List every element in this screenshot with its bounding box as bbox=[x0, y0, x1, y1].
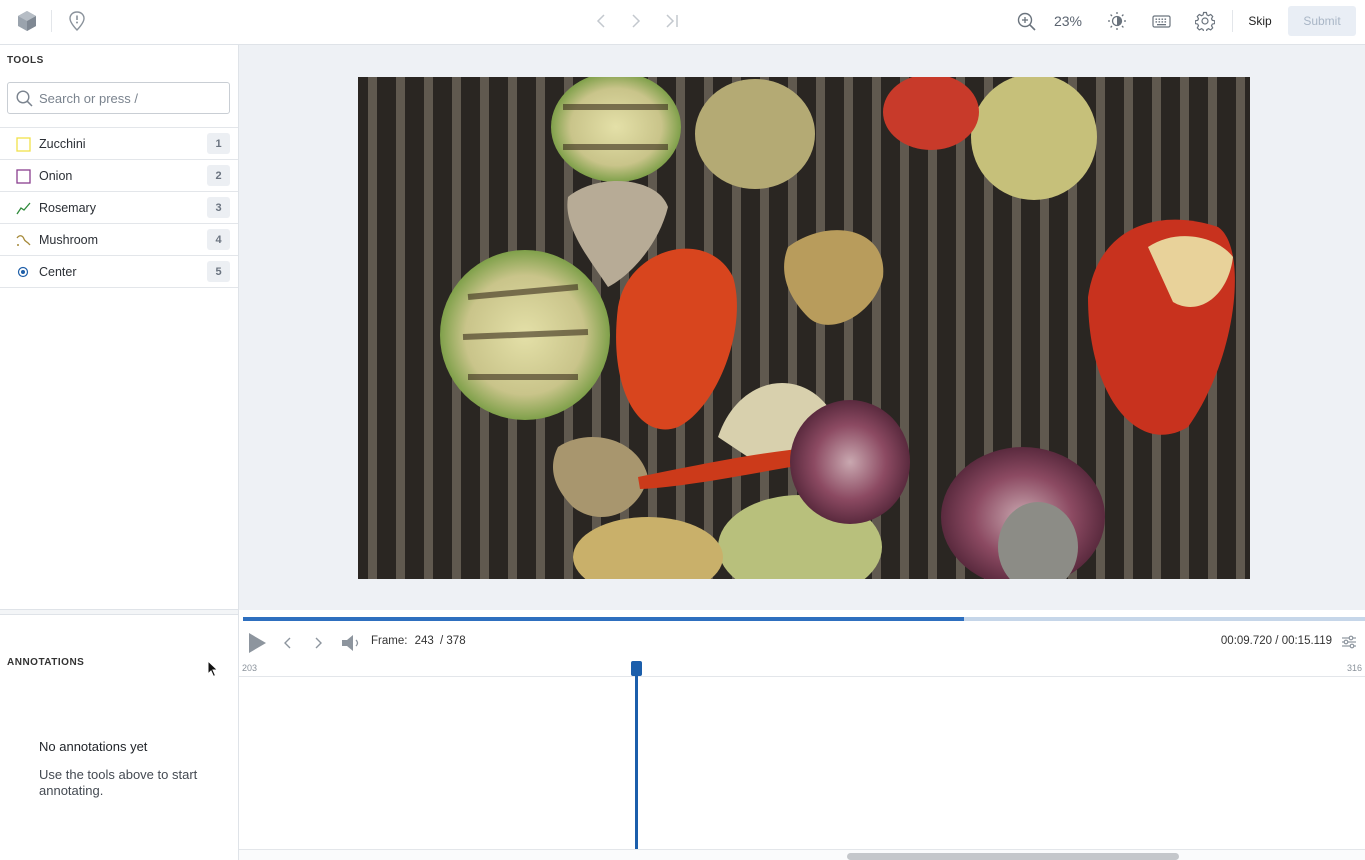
point-icon bbox=[16, 265, 30, 279]
horizontal-scrollbar[interactable] bbox=[239, 849, 1365, 860]
polyline-icon bbox=[16, 201, 31, 215]
spline-icon bbox=[16, 233, 31, 247]
tool-label: Center bbox=[39, 265, 77, 279]
tool-mushroom[interactable]: Mushroom 4 bbox=[0, 224, 238, 256]
zoom-level: 23% bbox=[1053, 13, 1083, 29]
chevron-right-icon[interactable] bbox=[626, 11, 646, 31]
playhead-handle[interactable] bbox=[631, 661, 642, 676]
frame-total: / 378 bbox=[440, 635, 466, 647]
time-display: 00:09.720 / 00:15.119 bbox=[1221, 635, 1332, 647]
zoom-in-icon[interactable] bbox=[1015, 10, 1037, 32]
tool-center[interactable]: Center 5 bbox=[0, 256, 238, 288]
hotkey-badge: 3 bbox=[207, 197, 230, 218]
skip-button[interactable]: Skip bbox=[1244, 11, 1276, 31]
image-canvas[interactable] bbox=[239, 45, 1365, 610]
scrollbar-thumb[interactable] bbox=[847, 853, 1179, 860]
video-frame[interactable] bbox=[358, 77, 1250, 579]
keyboard-icon[interactable] bbox=[1150, 11, 1172, 31]
volume-icon[interactable] bbox=[339, 631, 363, 655]
frame-current: 243 bbox=[414, 635, 434, 647]
annotations-title: ANNOTATIONS bbox=[7, 657, 85, 668]
playhead-line bbox=[635, 671, 638, 849]
search-input[interactable]: Search or press / bbox=[7, 82, 230, 114]
video-timeline: Frame: 243 / 378 00:09.720 / 00:15.119 2… bbox=[239, 610, 1365, 860]
skip-to-end-icon[interactable] bbox=[661, 11, 683, 31]
hotkey-badge: 1 bbox=[207, 133, 230, 154]
brightness-icon[interactable] bbox=[1106, 10, 1128, 32]
hotkey-badge: 2 bbox=[207, 165, 230, 186]
frame-label: Frame: bbox=[371, 635, 408, 647]
submit-button[interactable]: Submit bbox=[1288, 6, 1356, 36]
tool-onion[interactable]: Onion 2 bbox=[0, 160, 238, 192]
search-placeholder: Search or press / bbox=[39, 91, 138, 106]
time-separator: / bbox=[1275, 635, 1279, 647]
bounding-box-icon bbox=[16, 137, 31, 152]
frame-counter: Frame: 243 / 378 bbox=[371, 635, 466, 647]
time-current: 00:09.720 bbox=[1220, 635, 1273, 647]
tool-zucchini[interactable]: Zucchini 1 bbox=[0, 128, 238, 160]
empty-state-title: No annotations yet bbox=[39, 739, 148, 754]
sliders-icon[interactable] bbox=[1339, 632, 1359, 652]
range-end: 316 bbox=[1346, 663, 1362, 673]
empty-state-text: Use the tools above to start annotating. bbox=[39, 767, 198, 798]
play-icon[interactable] bbox=[246, 630, 268, 656]
tool-label: Zucchini bbox=[39, 137, 86, 151]
next-frame-icon[interactable] bbox=[310, 632, 328, 654]
bounding-box-icon bbox=[16, 169, 31, 184]
tool-label: Mushroom bbox=[39, 233, 99, 247]
tool-label: Onion bbox=[39, 169, 73, 183]
tools-title: TOOLS bbox=[7, 55, 44, 66]
previous-frame-icon[interactable] bbox=[278, 632, 296, 654]
chevron-left-icon[interactable] bbox=[591, 11, 611, 31]
alert-pin-icon[interactable] bbox=[66, 10, 88, 32]
hotkey-badge: 5 bbox=[207, 261, 230, 282]
search-icon bbox=[16, 90, 33, 112]
tool-label: Rosemary bbox=[39, 201, 96, 215]
mouse-cursor-icon bbox=[207, 659, 219, 683]
hotkey-badge: 4 bbox=[207, 229, 230, 250]
playback-progress-fill bbox=[243, 617, 965, 621]
time-total: 00:15.119 bbox=[1281, 635, 1332, 647]
top-toolbar: 23% Skip Submit bbox=[0, 0, 1365, 45]
cube-logo-icon[interactable] bbox=[14, 9, 40, 33]
left-sidebar: TOOLS Search or press / Zucchini 1 Onion… bbox=[0, 45, 239, 860]
tool-rosemary[interactable]: Rosemary 3 bbox=[0, 192, 238, 224]
range-start: 203 bbox=[242, 663, 258, 673]
gear-icon[interactable] bbox=[1194, 10, 1216, 32]
panel-resize-handle[interactable] bbox=[0, 609, 238, 615]
timeline-ruler bbox=[239, 676, 1365, 677]
tool-list: Zucchini 1 Onion 2 Rosemary 3 Mushroom 4 bbox=[0, 127, 238, 288]
